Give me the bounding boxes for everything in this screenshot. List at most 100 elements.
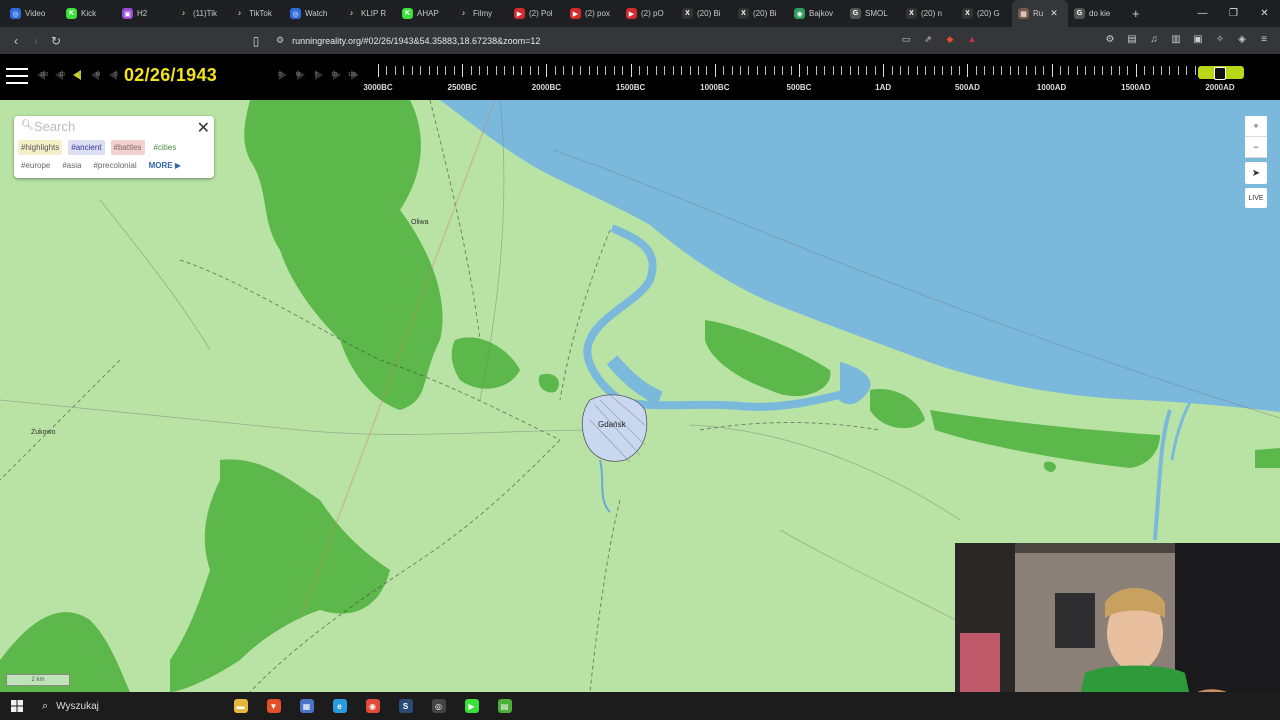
new-tab-button[interactable]: + <box>1124 6 1148 21</box>
url-field[interactable]: ⚙ runningreality.org/#02/26/1943&54.3588… <box>270 31 990 50</box>
browser-tab[interactable]: ▶ (2) pO <box>620 0 676 27</box>
tab-favicon-icon: ▶ <box>626 8 637 19</box>
search-tag[interactable]: #cities <box>150 140 180 155</box>
zoom-control: + − <box>1245 116 1267 158</box>
browser-tab[interactable]: X (20) Bi <box>732 0 788 27</box>
step-forward-10-button[interactable]: 10 <box>326 68 342 82</box>
browser-tab[interactable]: ◎ Watch <box>284 0 340 27</box>
close-icon[interactable]: ✕ <box>197 118 210 138</box>
step-back-10-button[interactable]: 10 <box>54 68 70 82</box>
tab-title: H2 <box>137 9 148 18</box>
browser-tab[interactable]: K Kick <box>60 0 116 27</box>
steam-taskbar-icon[interactable]: S <box>389 692 422 720</box>
step-back-d-button[interactable]: D <box>108 68 124 82</box>
windows-start-icon[interactable] <box>0 692 34 720</box>
site-info-icon[interactable]: ⚙ <box>276 35 284 46</box>
browser-tab[interactable]: ▶ (2) Pol <box>508 0 564 27</box>
step-forward-m-button[interactable]: M <box>290 68 306 82</box>
brave-shield-icon[interactable]: ◆ <box>944 33 956 45</box>
vpn-icon[interactable]: ◈ <box>1236 33 1248 45</box>
app-taskbar-icon[interactable]: ▤ <box>488 692 521 720</box>
taskbar-search-label: Wyszukaj <box>56 700 99 712</box>
zoom-in-button[interactable]: + <box>1245 116 1267 137</box>
timeline-header: 100 10 Y M D 02/26/1943 D M Y 10 100 3000BC 2500B… <box>0 54 1280 100</box>
menu-icon[interactable]: ≡ <box>1258 33 1270 45</box>
step-back-m-button[interactable]: M <box>90 68 106 82</box>
tab-title: (11)Tik <box>193 9 217 18</box>
bookmark-icon[interactable]: ▯ <box>246 34 266 48</box>
ruler-label: 2000AD <box>1205 83 1235 92</box>
sidebar-icon[interactable]: ▥ <box>1170 33 1182 45</box>
tab-favicon-icon: X <box>962 8 973 19</box>
chrome-taskbar-icon[interactable]: ◉ <box>356 692 389 720</box>
browser-tab[interactable]: ♪ Filmy <box>452 0 508 27</box>
step-back-y-button[interactable]: Y <box>72 68 88 82</box>
browser-tab[interactable]: ◉ Bajkov <box>788 0 844 27</box>
zoom-out-button[interactable]: − <box>1245 137 1267 158</box>
search-tag[interactable]: #highlights <box>18 140 63 155</box>
browser-tab[interactable]: X (20) n <box>900 0 956 27</box>
media-icon[interactable]: ♫ <box>1148 33 1160 45</box>
browser-tab[interactable]: Gdo kie <box>1068 0 1124 27</box>
close-tab-icon[interactable]: ✕ <box>1050 8 1058 19</box>
search-tag[interactable]: #europe <box>18 158 54 173</box>
browser-tab[interactable]: K AHAP <box>396 0 452 27</box>
tab-title: Ru <box>1033 9 1044 18</box>
map-scale: 2 km <box>6 674 70 686</box>
browser-tab-strip: ◎ Video K Kick ▣ H2 ♪ (11)Tik ♪ TikTok ◎ Watch ♪ KLIP… <box>0 0 1280 27</box>
browser-tab[interactable]: ♪ (11)Tik <box>172 0 228 27</box>
restore-icon[interactable]: ❐ <box>1218 0 1249 27</box>
search-panel: 🔍︎ Search ✕ #highlights #ancient #battles #… <box>14 116 214 178</box>
timeline-slider-handle[interactable] <box>1198 66 1244 80</box>
tab-favicon-icon: G <box>1074 8 1085 19</box>
browser-tab[interactable]: G SMOL <box>844 0 900 27</box>
step-forward-d-button[interactable]: D <box>272 68 288 82</box>
browser-tab[interactable]: X (20) G <box>956 0 1012 27</box>
obs-taskbar-icon[interactable]: ◎ <box>422 692 455 720</box>
cast-icon[interactable]: ▭ <box>900 33 912 45</box>
search-input[interactable]: Search <box>34 119 75 134</box>
label-gdansk[interactable]: Gdańsk <box>598 420 626 429</box>
browser-tab[interactable]: ▦ Ru ✕ <box>1012 0 1068 27</box>
browser-tab[interactable]: ▶ (2) pox <box>564 0 620 27</box>
locate-button[interactable]: ➤ <box>1245 162 1267 184</box>
edge-taskbar-icon[interactable]: e <box>323 692 356 720</box>
forward-icon[interactable]: › <box>26 34 46 48</box>
step-forward-100-button[interactable]: 100 <box>344 68 360 82</box>
minimize-icon[interactable]: — <box>1187 0 1218 27</box>
step-back-100-button[interactable]: 100 <box>36 68 52 82</box>
search-tag[interactable]: MORE ▶ <box>145 158 184 173</box>
close-window-icon[interactable]: ✕ <box>1249 0 1280 27</box>
store-taskbar-icon[interactable]: ▦ <box>290 692 323 720</box>
browser-tab[interactable]: ♪ KLIP R <box>340 0 396 27</box>
ruler-label: 3000BC <box>363 83 393 92</box>
brave-taskbar-icon[interactable]: ▼ <box>257 692 290 720</box>
step-forward-y-button[interactable]: Y <box>308 68 324 82</box>
menu-hamburger-icon[interactable] <box>6 68 28 86</box>
back-icon[interactable]: ‹ <box>6 34 26 48</box>
tab-title: Filmy <box>473 9 493 18</box>
live-button[interactable]: LIVE <box>1245 188 1267 208</box>
ruler-label: 500AD <box>954 83 980 92</box>
current-date[interactable]: 02/26/1943 <box>124 65 217 86</box>
ruler-label: 2500BC <box>447 83 477 92</box>
search-tag[interactable]: #ancient <box>68 140 105 155</box>
share-icon[interactable]: ⇗ <box>922 33 934 45</box>
browser-tab[interactable]: X (20) Bi <box>676 0 732 27</box>
play-taskbar-icon[interactable]: ▶ <box>455 692 488 720</box>
brave-rewards-icon[interactable]: ▲ <box>966 33 978 45</box>
reader-icon[interactable]: ▤ <box>1126 33 1138 45</box>
search-tag[interactable]: #precolonial <box>90 158 140 173</box>
wallet-icon[interactable]: ▣ <box>1192 33 1204 45</box>
timeline-ruler[interactable]: 3000BC 2500BC 2000BC 1500BC 1000BC 500BC 1AD 50… <box>362 64 1235 96</box>
file-explorer-taskbar-icon[interactable]: ▬ <box>224 692 257 720</box>
browser-tab[interactable]: ♪ TikTok <box>228 0 284 27</box>
leo-icon[interactable]: ✧ <box>1214 33 1226 45</box>
browser-tab[interactable]: ▣ H2 <box>116 0 172 27</box>
search-tag[interactable]: #asia <box>59 158 85 173</box>
search-tag[interactable]: #battles <box>110 140 145 155</box>
browser-tab[interactable]: ◎ Video <box>4 0 60 27</box>
taskbar-search[interactable]: ⌕ Wyszukaj <box>34 692 224 720</box>
extension-icon[interactable]: ⚙ <box>1104 33 1116 45</box>
reload-icon[interactable]: ↻ <box>46 34 66 48</box>
